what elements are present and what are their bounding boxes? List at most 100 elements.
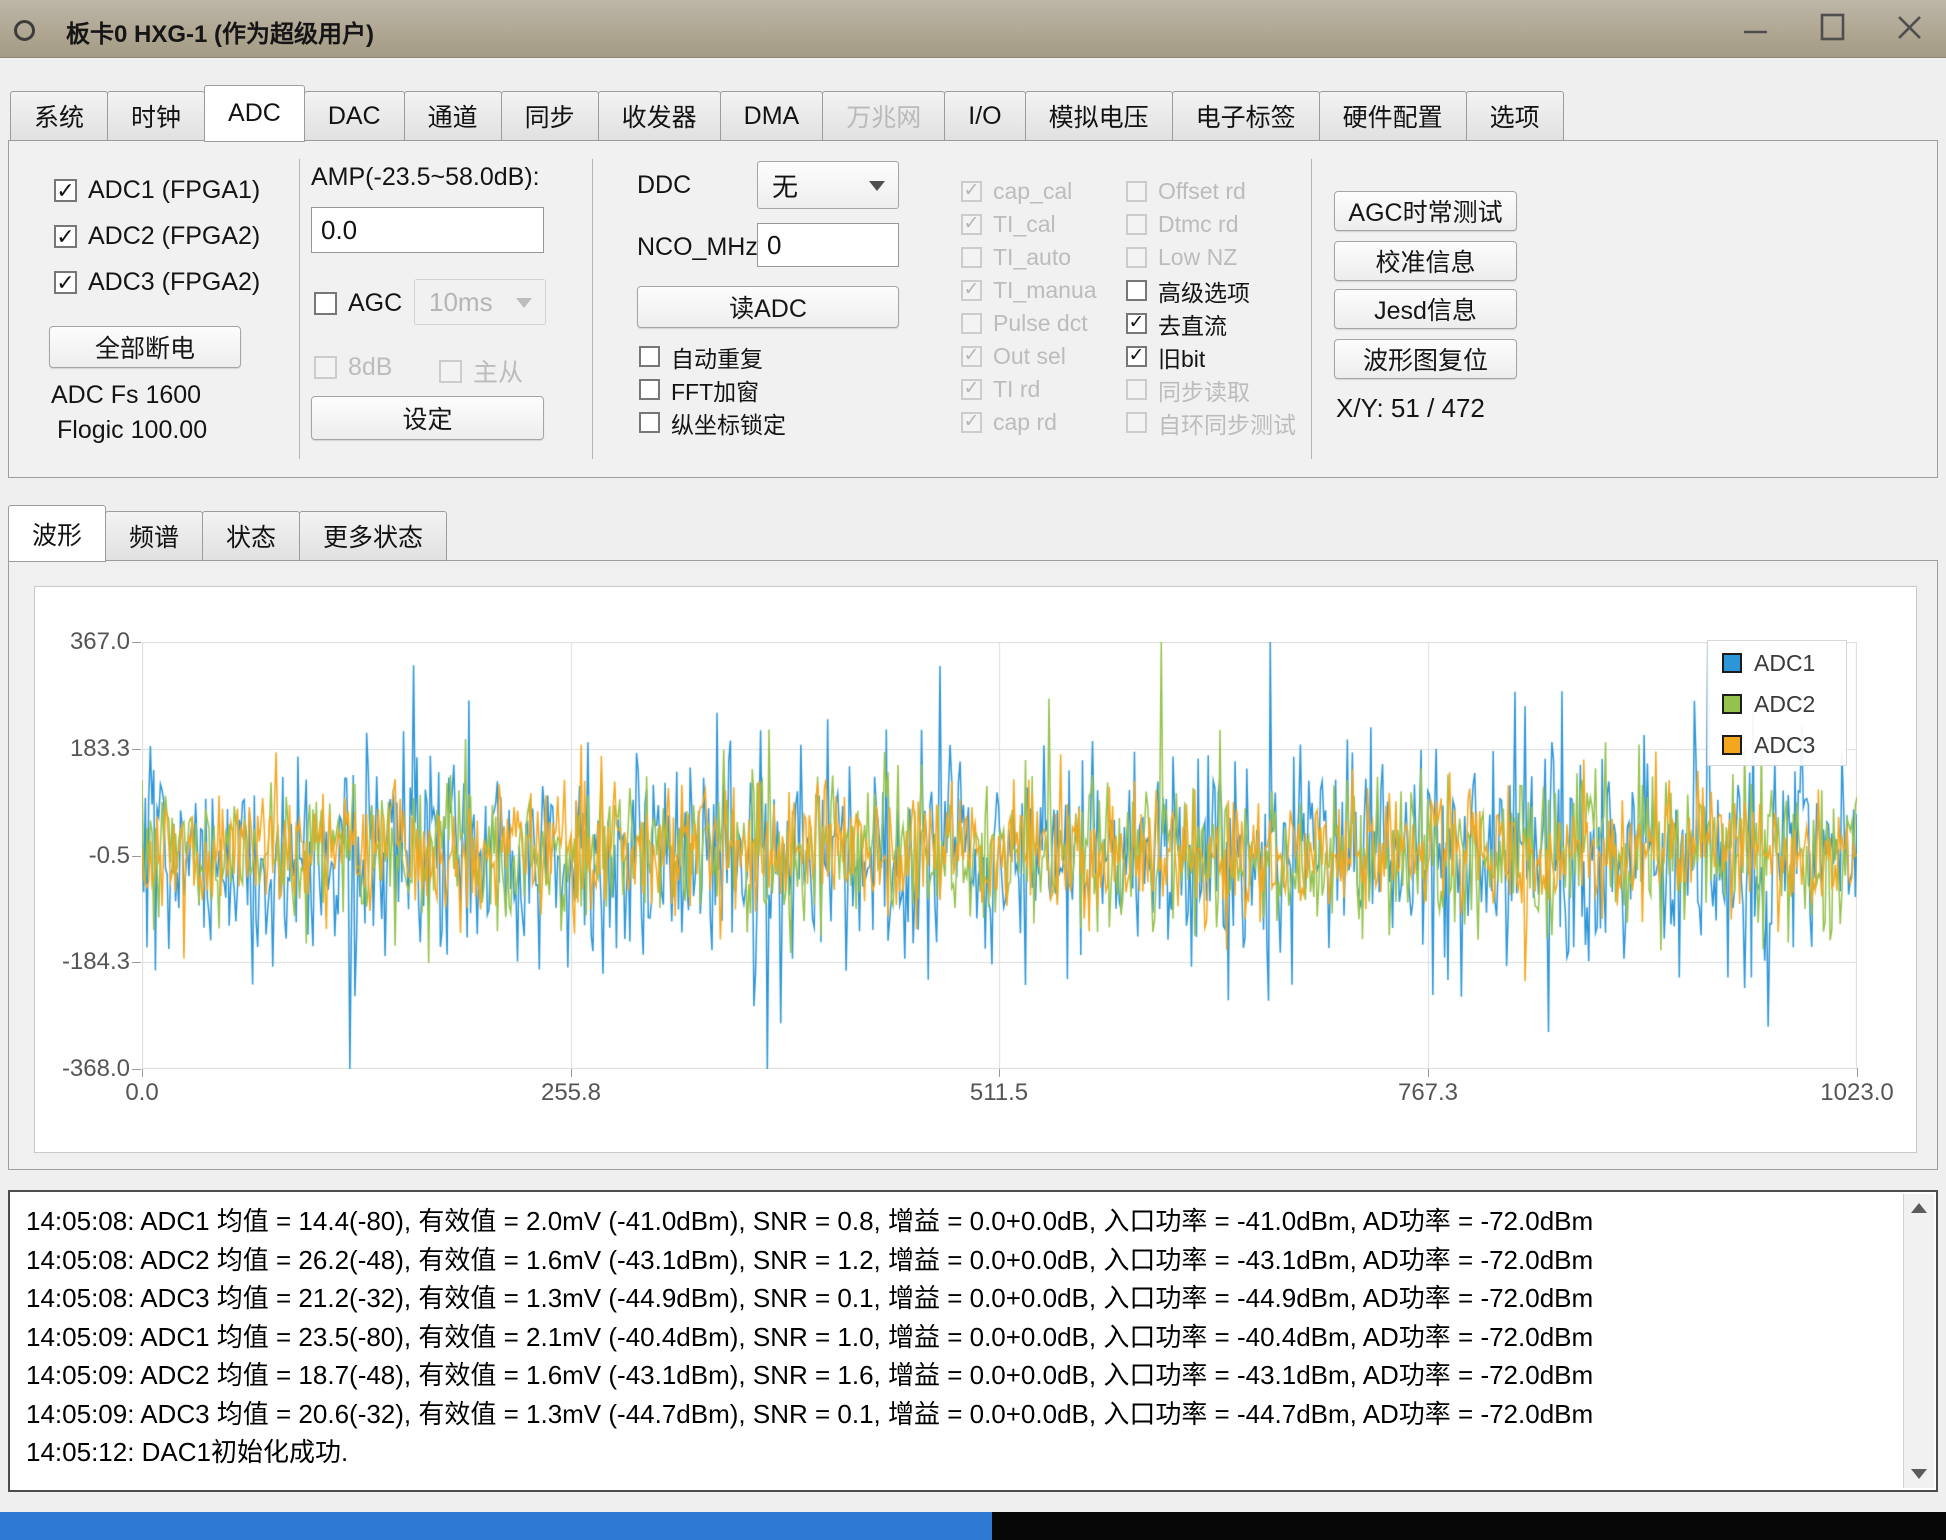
agc-test-button[interactable]: AGC时常测试 — [1334, 191, 1517, 231]
minimize-icon[interactable] — [1739, 11, 1772, 44]
scroll-up-arrow[interactable] — [1904, 1194, 1934, 1222]
progress-fill — [0, 1512, 992, 1540]
tab-analog-voltage[interactable]: 模拟电压 — [1025, 91, 1173, 141]
checkbox-label: 高级选项 — [1158, 274, 1250, 308]
power-off-all-button[interactable]: 全部断电 — [49, 326, 241, 368]
checkbox-box[interactable]: ✓ — [1126, 346, 1147, 367]
checkbox-loopback-sync-test: 自环同步测试 — [1126, 410, 1296, 435]
checkbox-label: ADC2 (FPGA2) — [88, 222, 260, 251]
checkbox-label: ADC1 (FPGA1) — [88, 176, 260, 205]
log-line: 14:05:08: ADC2 均值 = 26.2(-48), 有效值 = 1.6… — [26, 1241, 1892, 1280]
log-output[interactable]: 14:05:08: ADC1 均值 = 14.4(-80), 有效值 = 2.0… — [8, 1190, 1938, 1492]
capture-progress-bar — [0, 1512, 1946, 1540]
close-icon[interactable] — [1893, 11, 1926, 44]
x-tick-label: 767.3 — [1358, 1079, 1498, 1107]
log-line: 14:05:09: ADC1 均值 = 23.5(-80), 有效值 = 2.1… — [26, 1318, 1892, 1357]
scroll-down-arrow[interactable] — [1904, 1460, 1934, 1488]
checkbox-advanced-options[interactable]: 高级选项 — [1126, 278, 1296, 303]
tab-etag[interactable]: 电子标签 — [1172, 91, 1320, 141]
checkbox-label: AGC — [348, 289, 402, 318]
checkbox-label: Pulse dct — [993, 310, 1088, 337]
checkbox-agc[interactable]: AGC — [314, 289, 402, 318]
tab-spectrum[interactable]: 频谱 — [105, 511, 203, 561]
checkbox-label: TI_cal — [993, 211, 1056, 238]
checkbox-yaxis-lock[interactable]: 纵坐标锁定 — [639, 410, 786, 435]
ddc-dropdown[interactable]: 无 — [757, 161, 899, 209]
checkbox-box[interactable] — [314, 292, 337, 315]
checkbox-fft-window[interactable]: FFT加窗 — [639, 377, 786, 402]
checkbox-box: ✓ — [961, 214, 982, 235]
checkbox-label: 同步读取 — [1158, 373, 1250, 407]
flogic-label: Flogic 100.00 — [57, 416, 207, 445]
amp-input[interactable] — [311, 207, 544, 253]
y-tick-label: -184.3 — [35, 948, 130, 976]
jesd-info-button[interactable]: Jesd信息 — [1334, 289, 1517, 329]
checkbox-box[interactable] — [639, 346, 660, 367]
tab-io[interactable]: I/O — [944, 91, 1025, 141]
checkbox-adc1[interactable]: ✓ ADC1 (FPGA1) — [54, 176, 260, 205]
legend-label: ADC1 — [1754, 650, 1815, 677]
checkbox-cap-cal: ✓cap_cal — [961, 179, 1097, 204]
checkbox-box — [1126, 379, 1147, 400]
checkbox-label: TI_auto — [993, 244, 1071, 271]
amp-label: AMP(-23.5~58.0dB): — [311, 163, 540, 192]
checkbox-low-nz: Low NZ — [1126, 245, 1296, 270]
legend-swatch-adc3 — [1722, 735, 1742, 755]
checkbox-box: ✓ — [961, 181, 982, 202]
tab-status[interactable]: 状态 — [202, 511, 300, 561]
checkbox-box[interactable]: ✓ — [54, 225, 77, 248]
window-title: 板卡0 HXG-1 (作为超级用户) — [66, 14, 374, 49]
tab-waveform[interactable]: 波形 — [8, 505, 106, 562]
checkbox-box[interactable] — [1126, 280, 1147, 301]
log-line: 14:05:08: ADC1 均值 = 14.4(-80), 有效值 = 2.0… — [26, 1202, 1892, 1241]
checkbox-box[interactable]: ✓ — [54, 179, 77, 202]
tab-options[interactable]: 选项 — [1466, 91, 1564, 141]
tab-dac[interactable]: DAC — [304, 91, 405, 141]
tab-channel[interactable]: 通道 — [404, 91, 502, 141]
tab-system[interactable]: 系统 — [10, 91, 108, 141]
tab-adc[interactable]: ADC — [204, 85, 305, 142]
checkbox-remove-dc[interactable]: ✓去直流 — [1126, 311, 1296, 336]
plot-area — [142, 642, 1857, 1069]
nco-input[interactable] — [757, 223, 899, 267]
checkbox-adc2[interactable]: ✓ ADC2 (FPGA2) — [54, 222, 260, 251]
tab-transceiver[interactable]: 收发器 — [598, 91, 721, 141]
checkbox-box[interactable]: ✓ — [54, 271, 77, 294]
checkbox-label: Out sel — [993, 343, 1066, 370]
checkbox-label: 纵坐标锁定 — [671, 406, 786, 440]
ddc-label: DDC — [637, 171, 691, 200]
tab-clock[interactable]: 时钟 — [107, 91, 205, 141]
checkbox-box — [1126, 412, 1147, 433]
checkbox-pulse-dct: Pulse dct — [961, 311, 1097, 336]
tab-more-status[interactable]: 更多状态 — [299, 511, 447, 561]
checkbox-box[interactable] — [639, 379, 660, 400]
checkbox-box — [961, 313, 982, 334]
checkbox-label: 8dB — [348, 353, 392, 382]
nco-label: NCO_MHz — [637, 233, 758, 262]
maximize-icon[interactable] — [1816, 11, 1849, 44]
checkbox-label: Offset rd — [1158, 178, 1246, 205]
set-button[interactable]: 设定 — [311, 396, 544, 440]
waveform-chart: 367.0 183.3 -0.5 -184.3 -368.0 0.0 255.8… — [34, 586, 1917, 1153]
legend-item-adc2: ADC2 — [1722, 690, 1846, 718]
tab-sync[interactable]: 同步 — [501, 91, 599, 141]
checkbox-ti-manual: ✓TI_manua — [961, 278, 1097, 303]
tab-hw-config[interactable]: 硬件配置 — [1319, 91, 1467, 141]
checkbox-old-bit[interactable]: ✓旧bit — [1126, 344, 1296, 369]
log-scrollbar[interactable] — [1903, 1194, 1934, 1488]
checkbox-ti-cal: ✓ TI_cal — [961, 212, 1097, 237]
checkbox-adc3[interactable]: ✓ ADC3 (FPGA2) — [54, 268, 260, 297]
log-line: 14:05:12: DAC1初始化成功. — [26, 1433, 1892, 1472]
calibration-info-button[interactable]: 校准信息 — [1334, 241, 1517, 281]
checkbox-auto-repeat[interactable]: 自动重复 — [639, 344, 786, 369]
checkbox-box[interactable] — [639, 412, 660, 433]
tab-dma[interactable]: DMA — [720, 91, 824, 141]
checkbox-box[interactable]: ✓ — [1126, 313, 1147, 334]
y-tick-label: 367.0 — [35, 628, 130, 656]
checkbox-label: 自动重复 — [671, 340, 763, 374]
checkbox-box: ✓ — [961, 280, 982, 301]
waveform-canvas[interactable] — [142, 642, 1857, 1069]
read-adc-button[interactable]: 读ADC — [637, 286, 899, 328]
waveform-reset-button[interactable]: 波形图复位 — [1334, 339, 1517, 379]
xy-readout: X/Y: 51 / 472 — [1336, 393, 1485, 424]
